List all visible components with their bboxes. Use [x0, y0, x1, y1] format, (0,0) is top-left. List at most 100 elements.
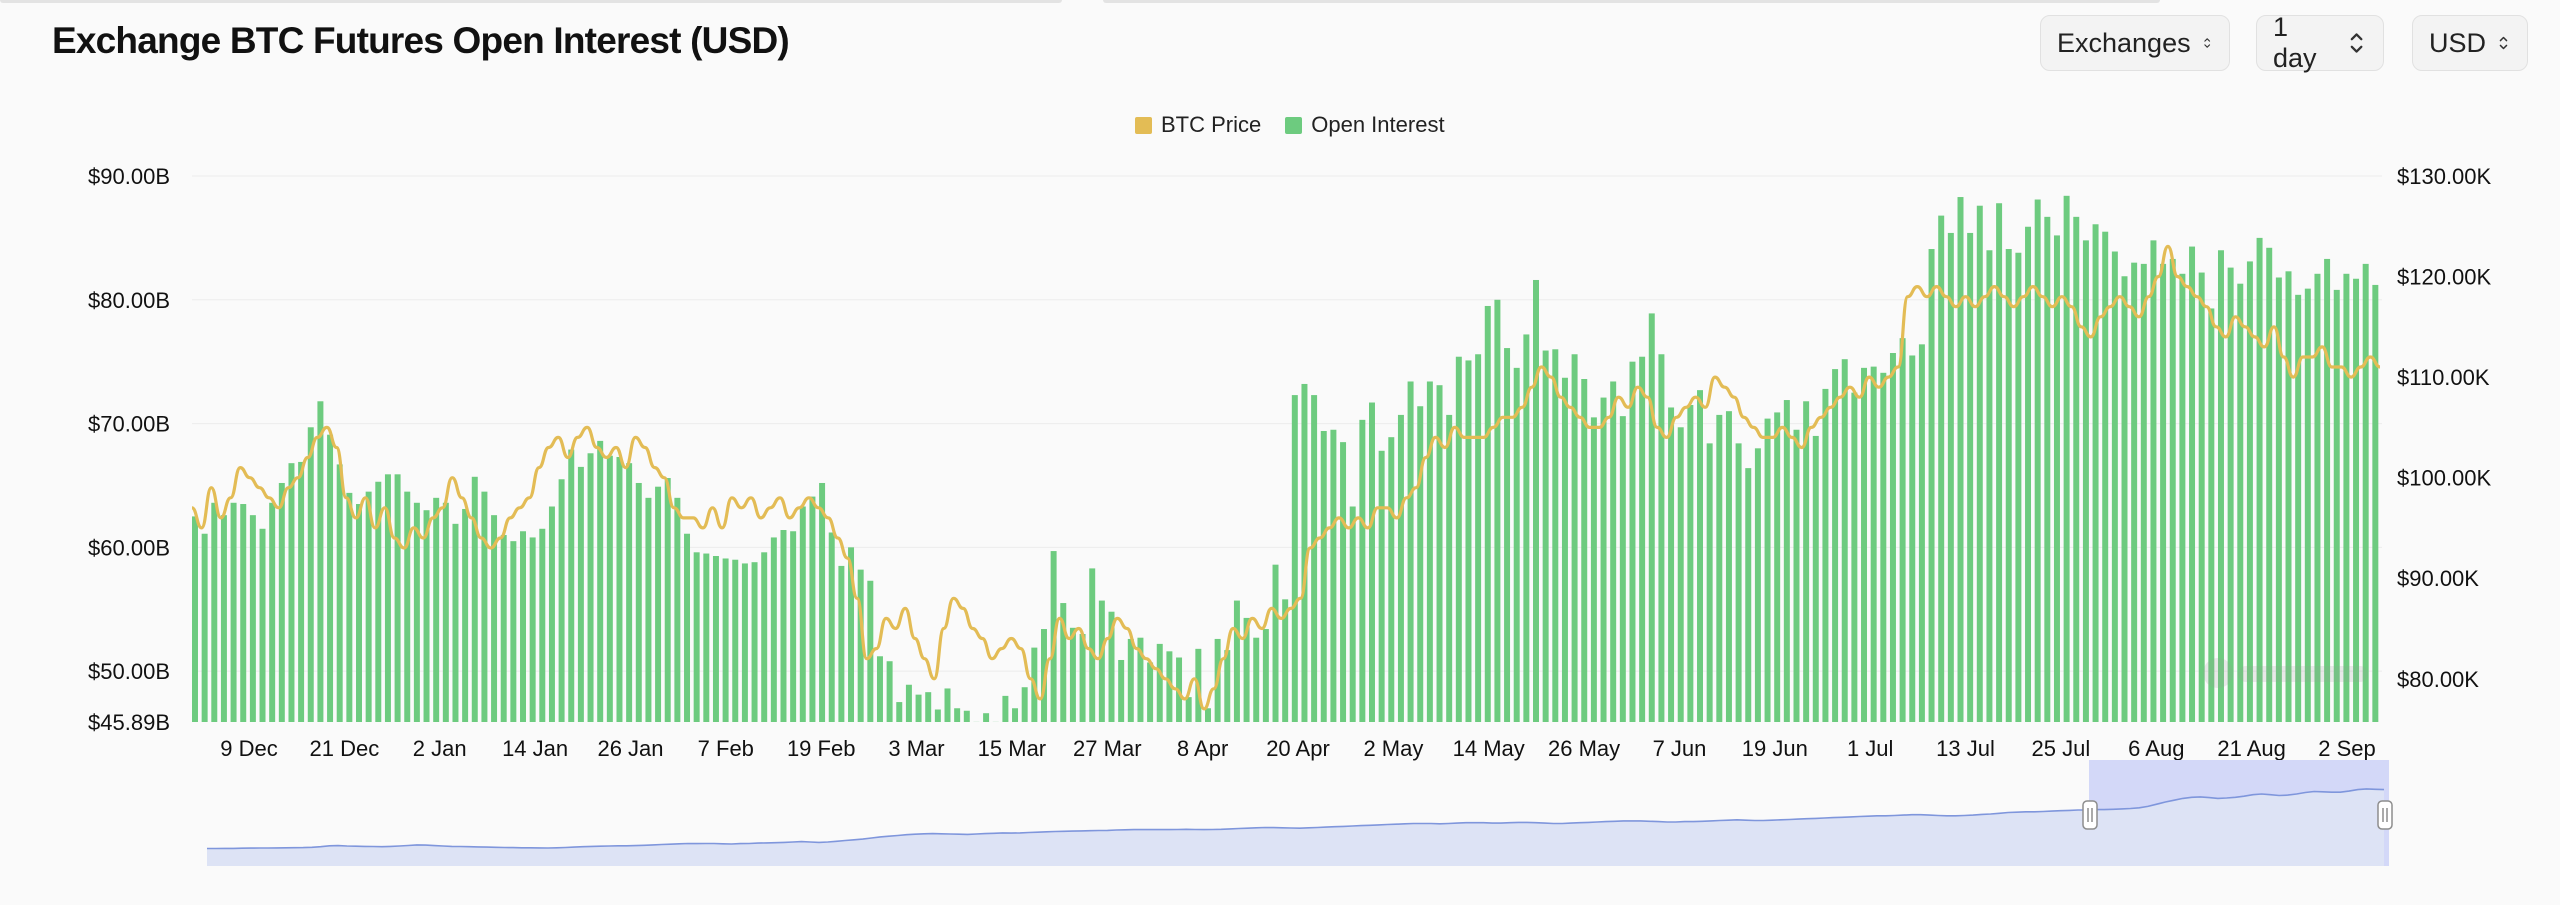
- open-interest-bar: [1793, 429, 1800, 722]
- open-interest-bar: [2314, 273, 2321, 722]
- open-interest-bar: [1156, 643, 1163, 722]
- x-axis-tick-label: 2 Jan: [413, 736, 467, 761]
- open-interest-bar: [809, 496, 816, 722]
- open-interest-bar: [346, 492, 353, 722]
- open-interest-bar: [1494, 299, 1501, 722]
- open-interest-bar: [568, 449, 575, 722]
- open-interest-bar: [1002, 695, 1009, 722]
- open-interest-bar: [1224, 650, 1231, 722]
- open-interest-bar: [1185, 697, 1192, 722]
- x-axis-tick-label: 14 Jan: [502, 736, 568, 761]
- navigator-left-handle[interactable]: [2082, 800, 2098, 830]
- open-interest-bar: [1687, 405, 1694, 722]
- open-interest-bar: [2372, 284, 2379, 722]
- open-interest-bar: [558, 479, 565, 722]
- open-interest-bar: [1349, 506, 1356, 722]
- open-interest-bar: [587, 453, 594, 722]
- open-interest-bar: [954, 708, 961, 722]
- open-interest-bar: [1812, 435, 1819, 722]
- open-interest-bar: [655, 486, 662, 722]
- x-axis-tick-label: 19 Feb: [787, 736, 856, 761]
- open-interest-bar: [780, 530, 787, 722]
- open-interest-bar: [1465, 360, 1472, 722]
- open-interest-bar: [1388, 437, 1395, 722]
- x-axis-tick-label: 21 Dec: [310, 736, 380, 761]
- open-interest-bar: [1446, 414, 1453, 722]
- open-interest-bar: [2304, 288, 2311, 722]
- open-interest-bar: [1870, 366, 1877, 722]
- open-interest-bar: [1272, 564, 1279, 722]
- open-interest-bar: [1262, 629, 1269, 722]
- open-interest-bar: [1426, 381, 1433, 722]
- open-interest-bar: [471, 476, 478, 722]
- drag-handle-icon: [2082, 800, 2098, 830]
- navigator-right-handle[interactable]: [2377, 800, 2393, 830]
- open-interest-bar: [1455, 356, 1462, 722]
- x-axis-tick-label: 20 Apr: [1266, 736, 1330, 761]
- open-interest-bar: [1976, 205, 1983, 722]
- open-interest-bar: [1513, 367, 1520, 722]
- open-interest-bar: [761, 552, 768, 722]
- open-interest-bar: [259, 528, 266, 722]
- x-axis-tick-label: 2 May: [1363, 736, 1423, 761]
- open-interest-bar: [1233, 600, 1240, 722]
- open-interest-bar: [1542, 350, 1549, 722]
- range-navigator[interactable]: [207, 760, 2393, 866]
- open-interest-bar: [336, 464, 343, 722]
- open-interest-bar: [442, 502, 449, 722]
- open-interest-bar: [2111, 251, 2118, 722]
- open-interest-bar: [539, 528, 546, 722]
- open-interest-bar: [1918, 344, 1925, 722]
- x-axis-labels: 9 Dec 21 Dec 2 Jan 14 Jan 26 Jan 7 Feb 19 Feb 3…: [220, 736, 2375, 761]
- open-interest-bar: [1561, 377, 1568, 722]
- open-interest-bar: [365, 491, 372, 722]
- left-axis-min-label: $45.89B: [88, 710, 170, 735]
- open-interest-bar: [211, 502, 218, 722]
- open-interest-bar: [2362, 263, 2369, 722]
- open-interest-bar: [1909, 355, 1916, 722]
- open-interest-bar: [230, 502, 237, 722]
- open-interest-bar: [1957, 197, 1964, 723]
- open-interest-bars: [192, 195, 2379, 723]
- right-axis-tick-label: $120.00K: [2397, 265, 2492, 290]
- open-interest-bar: [693, 552, 700, 722]
- watermark-logo-icon: [2203, 658, 2233, 688]
- open-interest-bar: [481, 491, 488, 722]
- open-interest-bar: [1311, 395, 1318, 722]
- left-axis-labels: $90.00B $80.00B $70.00B $60.00B $50.00B $45.8…: [88, 164, 170, 735]
- left-axis-tick-label: $90.00B: [88, 164, 170, 189]
- open-interest-bar: [1774, 412, 1781, 722]
- open-interest-bar: [356, 504, 362, 722]
- open-interest-bar: [819, 482, 826, 722]
- open-interest-bar: [462, 508, 469, 722]
- open-interest-bar: [500, 534, 507, 722]
- open-interest-bar: [1996, 203, 2003, 723]
- open-interest-bar: [2160, 263, 2167, 722]
- x-axis-tick-label: 2 Sep: [2318, 736, 2376, 761]
- open-interest-bar: [1803, 401, 1810, 722]
- open-interest-chart[interactable]: $90.00B $80.00B $70.00B $60.00B $50.00B $45.8…: [0, 0, 2560, 905]
- open-interest-bar: [2063, 195, 2070, 722]
- open-interest-bar: [1205, 708, 1211, 722]
- open-interest-bar: [394, 474, 401, 722]
- open-interest-bar: [452, 523, 459, 722]
- open-interest-bar: [1639, 356, 1646, 722]
- open-interest-bar: [2343, 273, 2350, 722]
- open-interest-bar: [876, 656, 883, 722]
- open-interest-bar: [790, 531, 797, 722]
- open-interest-bar: [1619, 416, 1626, 722]
- open-interest-bar: [278, 482, 285, 722]
- open-interest-bar: [1658, 354, 1665, 722]
- open-interest-bar: [548, 506, 555, 722]
- open-interest-bar: [1581, 379, 1588, 722]
- open-interest-bar: [645, 497, 652, 722]
- right-axis-labels: $130.00K $120.00K $110.00K $100.00K $90.00K $…: [2397, 164, 2492, 692]
- watermark-logo-icon: [2238, 666, 2368, 682]
- open-interest-bar: [896, 702, 903, 722]
- open-interest-bar: [1378, 450, 1385, 722]
- open-interest-bar: [1697, 390, 1703, 722]
- open-interest-bar: [2034, 199, 2041, 722]
- open-interest-bar: [288, 463, 295, 722]
- open-interest-bar: [1677, 427, 1684, 722]
- open-interest-bar: [423, 510, 430, 722]
